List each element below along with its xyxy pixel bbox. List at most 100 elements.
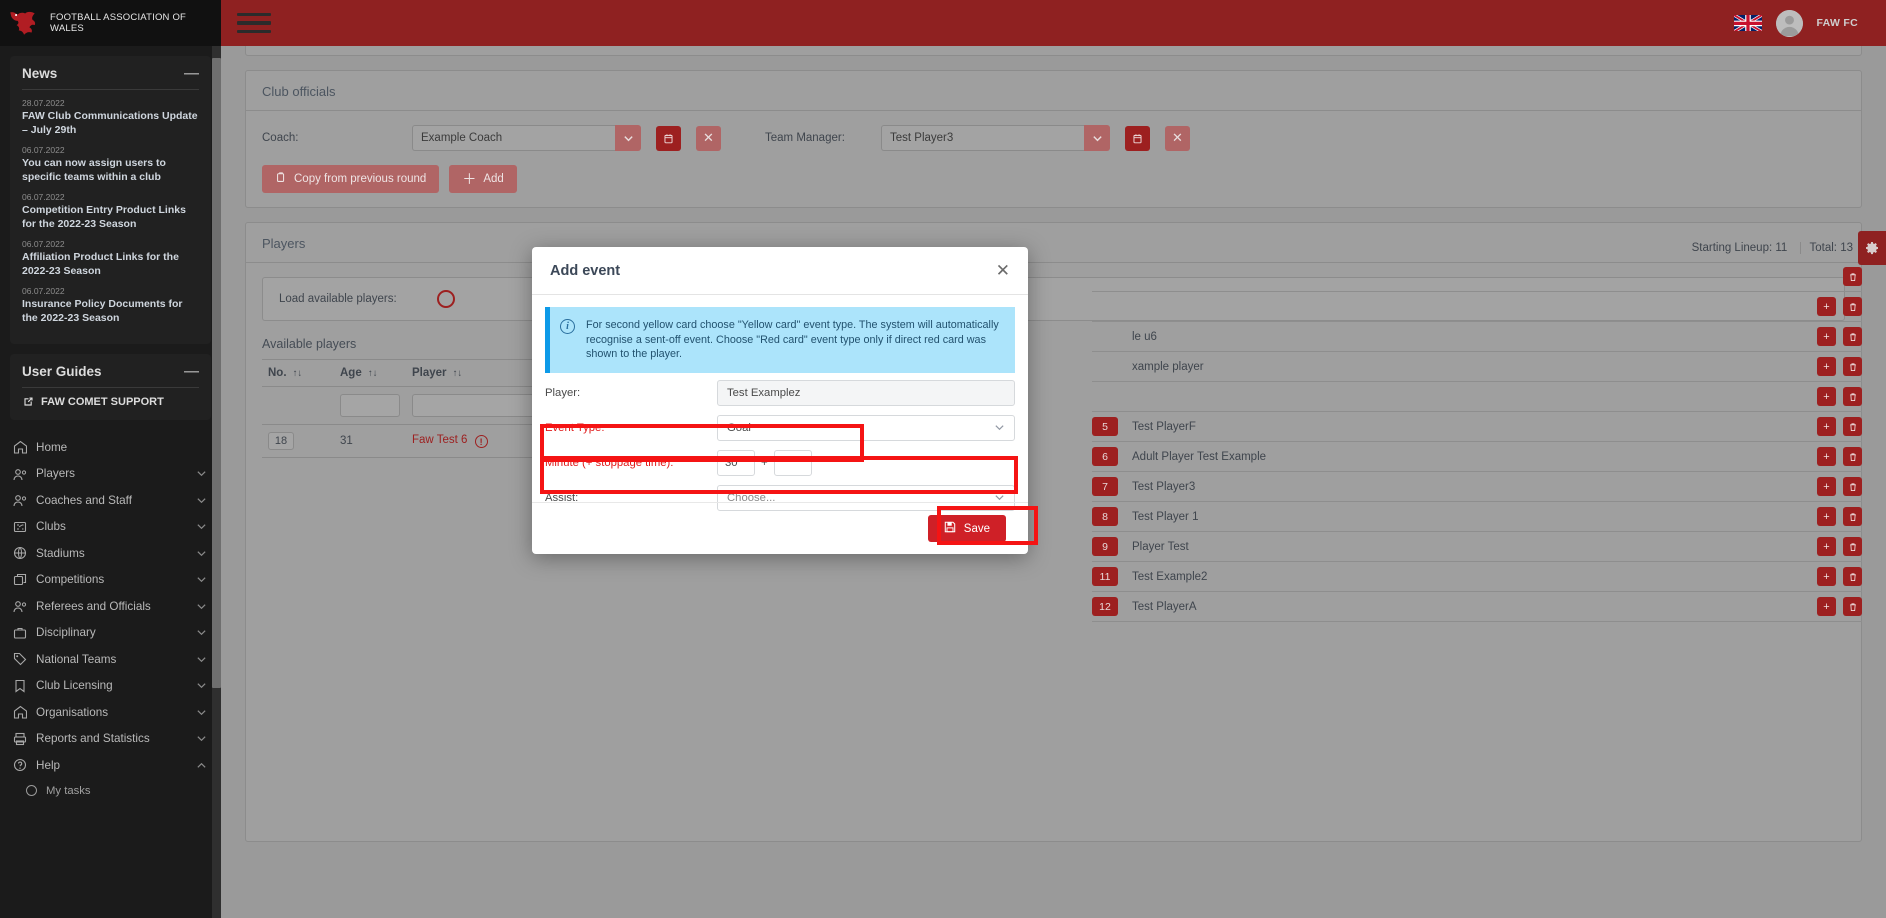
news-item-title[interactable]: Affiliation Product Links for the 2022-2… [22, 251, 199, 278]
trash-icon[interactable] [1843, 507, 1862, 526]
sidebar-item-home[interactable]: Home [0, 434, 221, 461]
plus-icon[interactable]: + [1817, 447, 1836, 466]
user-name-label[interactable]: FAW FC [1817, 17, 1858, 29]
plus-icon[interactable]: + [1817, 477, 1836, 496]
lineup-row[interactable]: 5 Test PlayerF + [1092, 412, 1862, 442]
gear-icon[interactable] [1858, 231, 1886, 265]
news-item-title[interactable]: Competition Entry Product Links for the … [22, 204, 199, 231]
trash-icon[interactable] [1843, 447, 1862, 466]
news-item[interactable]: 06.07.2022 Affiliation Product Links for … [22, 238, 199, 278]
save-button[interactable]: Save [927, 515, 1006, 542]
sidebar-item-club-licensing[interactable]: Club Licensing [0, 673, 221, 700]
plus-icon[interactable]: + [1817, 597, 1836, 616]
news-item[interactable]: 28.07.2022 FAW Club Communications Update… [22, 97, 199, 137]
manager-input[interactable] [881, 125, 1084, 151]
trash-icon[interactable] [1843, 297, 1862, 316]
chevron-down-icon[interactable] [196, 574, 207, 585]
lineup-row[interactable]: 9 Player Test + [1092, 532, 1862, 562]
chevron-down-icon[interactable] [196, 680, 207, 691]
player-name-link[interactable]: Faw Test 6 [412, 434, 467, 446]
plus-icon[interactable]: + [1817, 387, 1836, 406]
column-age[interactable]: Age ↑↓ [334, 359, 406, 387]
calendar-icon[interactable] [1125, 125, 1150, 151]
stoppage-time-input[interactable] [773, 449, 812, 476]
lineup-row[interactable]: + [1092, 292, 1862, 322]
column-no[interactable]: No. ↑↓ [262, 359, 334, 387]
minus-icon[interactable]: — [184, 364, 199, 379]
plus-icon[interactable]: + [1817, 297, 1836, 316]
plus-icon[interactable]: + [1817, 327, 1836, 346]
lineup-row[interactable]: 11 Test Example2 + [1092, 562, 1862, 592]
plus-icon[interactable]: + [1817, 357, 1836, 376]
sidebar-subitem-my-tasks[interactable]: My tasks [0, 779, 221, 803]
close-x-icon[interactable]: ✕ [696, 125, 721, 151]
chevron-down-icon[interactable] [196, 627, 207, 638]
trash-icon[interactable] [1843, 387, 1862, 406]
minus-icon[interactable]: — [184, 66, 199, 81]
chevron-down-icon[interactable] [196, 654, 207, 665]
add-official-button[interactable]: ＋ Add [449, 165, 517, 193]
sidebar-item-competitions[interactable]: Competitions [0, 567, 221, 594]
news-item[interactable]: 06.07.2022 Competition Entry Product Link… [22, 191, 199, 231]
news-item-title[interactable]: You can now assign users to specific tea… [22, 157, 199, 184]
user-guides-header[interactable]: User Guides — [22, 364, 199, 387]
chevron-down-icon[interactable] [615, 125, 641, 151]
lineup-row[interactable]: 8 Test Player 1 + [1092, 502, 1862, 532]
trash-icon[interactable] [1843, 417, 1862, 436]
chevron-down-icon[interactable] [196, 468, 207, 479]
hamburger-icon[interactable] [237, 10, 271, 36]
chevron-down-icon[interactable] [196, 548, 207, 559]
event-type-select[interactable]: Goal [717, 414, 1015, 441]
lineup-row[interactable]: le u6 + [1092, 322, 1862, 352]
plus-icon[interactable]: + [1817, 537, 1836, 556]
sidebar-item-clubs[interactable]: Clubs [0, 514, 221, 541]
chevron-down-icon[interactable] [196, 601, 207, 612]
trash-icon[interactable] [1843, 597, 1862, 616]
close-x-icon[interactable]: ✕ [1165, 125, 1190, 151]
player-input[interactable] [717, 379, 1015, 406]
calendar-icon[interactable] [656, 125, 681, 151]
news-item-title[interactable]: Insurance Policy Documents for the 2022-… [22, 298, 199, 325]
chevron-up-icon[interactable] [196, 760, 207, 771]
chevron-down-icon[interactable] [196, 733, 207, 744]
lineup-row[interactable]: 7 Test Player3 + [1092, 472, 1862, 502]
trash-icon[interactable] [1843, 327, 1862, 346]
sidebar-item-disciplinary[interactable]: Disciplinary [0, 620, 221, 647]
plus-icon[interactable]: + [1817, 417, 1836, 436]
news-item[interactable]: 06.07.2022 You can now assign users to sp… [22, 144, 199, 184]
minute-input[interactable] [717, 449, 755, 476]
trash-icon[interactable] [1843, 537, 1862, 556]
union-jack-flag-icon[interactable] [1732, 13, 1763, 33]
coach-input[interactable] [412, 125, 615, 151]
sidebar-item-players[interactable]: Players [0, 461, 221, 488]
lineup-row[interactable]: + [1092, 382, 1862, 412]
user-avatar-icon[interactable] [1775, 9, 1803, 37]
sidebar-scrollbar-thumb[interactable] [212, 58, 221, 688]
news-panel-header[interactable]: News — [22, 66, 199, 89]
lineup-row[interactable]: 12 Test PlayerA + [1092, 592, 1862, 622]
trash-icon[interactable] [1843, 477, 1862, 496]
chevron-down-icon[interactable] [196, 707, 207, 718]
plus-icon[interactable]: + [1817, 567, 1836, 586]
trash-icon[interactable] [1843, 567, 1862, 586]
plus-icon[interactable]: + [1817, 507, 1836, 526]
sidebar-item-stadiums[interactable]: Stadiums [0, 540, 221, 567]
warning-circle-icon[interactable]: ! [474, 435, 488, 449]
sidebar-item-help[interactable]: Help [0, 752, 221, 779]
lineup-row[interactable]: xample player + [1092, 352, 1862, 382]
chevron-down-icon[interactable] [196, 495, 207, 506]
close-x-icon[interactable]: ✕ [996, 262, 1010, 279]
sidebar-item-referees-and-officials[interactable]: Referees and Officials [0, 593, 221, 620]
trash-icon[interactable] [1843, 357, 1862, 376]
lineup-row[interactable]: 6 Adult Player Test Example + [1092, 442, 1862, 472]
chevron-down-icon[interactable] [196, 521, 207, 532]
news-item-title[interactable]: FAW Club Communications Update – July 29… [22, 110, 199, 137]
faw-comet-support-link[interactable]: FAW COMET SUPPORT [22, 395, 199, 408]
trash-icon[interactable] [1843, 267, 1862, 286]
sidebar-item-national-teams[interactable]: National Teams [0, 646, 221, 673]
sidebar-item-coaches-and-staff[interactable]: Coaches and Staff [0, 487, 221, 514]
age-filter-input[interactable] [340, 394, 400, 417]
sidebar-item-organisations[interactable]: Organisations [0, 699, 221, 726]
news-item[interactable]: 06.07.2022 Insurance Policy Documents for… [22, 285, 199, 325]
chevron-down-icon[interactable] [1084, 125, 1110, 151]
